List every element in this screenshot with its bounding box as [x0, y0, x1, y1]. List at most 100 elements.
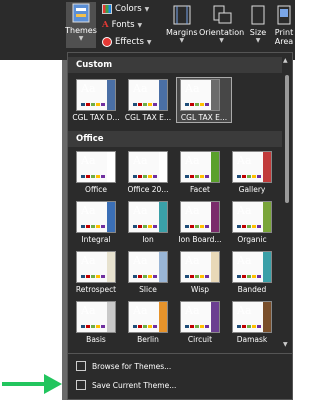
office-theme-5[interactable]: Aa [76, 201, 116, 233]
theme-accent [211, 152, 219, 182]
theme-preview-text: Aa [185, 254, 200, 267]
office-theme-label: Gallery [238, 185, 266, 194]
office-theme-1[interactable]: Aa [76, 151, 116, 183]
office-theme-label: Ion Board... [178, 235, 222, 244]
theme-swatches [81, 175, 105, 178]
office-theme-2[interactable]: Aa [128, 151, 168, 183]
office-theme-10[interactable]: Aa [128, 251, 168, 283]
theme-accent [107, 302, 115, 332]
browse-themes-item[interactable]: Browse for Themes... [76, 361, 171, 371]
scroll-down-icon[interactable]: ▼ [283, 341, 288, 348]
save-icon [76, 380, 86, 390]
theme-swatches [185, 175, 209, 178]
theme-accent [263, 152, 271, 182]
save-current-theme-label: Save Current Theme... [92, 380, 177, 390]
office-theme-label: Banded [237, 285, 267, 294]
print-area-button[interactable]: Print Area [273, 4, 295, 46]
office-theme-11[interactable]: Aa [180, 251, 220, 283]
office-theme-12[interactable]: Aa [232, 251, 272, 283]
office-theme-label: Damask [236, 335, 268, 344]
chevron-down-icon: ▼ [78, 35, 84, 42]
theme-preview-text: Aa [185, 82, 200, 95]
theme-preview-text: Aa [185, 154, 200, 167]
office-theme-6[interactable]: Aa [128, 201, 168, 233]
theme-preview-text: Aa [185, 304, 200, 317]
office-theme-label: Office [85, 185, 107, 194]
chevron-down-icon: ▼ [137, 21, 143, 29]
theme-swatches [133, 103, 157, 106]
chevron-down-icon: ▼ [255, 37, 261, 44]
margins-icon [171, 4, 193, 26]
office-theme-13[interactable]: Aa [76, 301, 116, 333]
theme-swatches [133, 275, 157, 278]
office-theme-label: Ion [142, 235, 154, 244]
orientation-button[interactable]: Orientation ▼ [199, 4, 244, 44]
theme-accent [159, 302, 167, 332]
scroll-up-icon[interactable]: ▲ [283, 57, 288, 64]
theme-accent [159, 252, 167, 282]
theme-preview-text: Aa [133, 82, 148, 95]
theme-preview-text: Aa [237, 254, 252, 267]
office-theme-8[interactable]: Aa [232, 201, 272, 233]
theme-swatches [185, 275, 209, 278]
fonts-icon: A [102, 20, 109, 30]
theme-preview-text: Aa [237, 304, 252, 317]
theme-preview-text: Aa [237, 154, 252, 167]
theme-accent [159, 202, 167, 232]
scrollbar[interactable]: ▲ ▼ [282, 53, 292, 353]
office-theme-9[interactable]: Aa [76, 251, 116, 283]
effects-button[interactable]: Effects ▼ [102, 37, 152, 47]
ribbon: Themes ▼ Colors ▼ A Fonts ▼ Effects ▼ Ma… [0, 0, 295, 60]
office-theme-label: Integral [81, 235, 111, 244]
theme-preview-text: Aa [237, 204, 252, 217]
theme-accent [107, 152, 115, 182]
size-button[interactable]: Size ▼ [247, 4, 269, 44]
theme-swatches [185, 103, 209, 106]
theme-preview-text: Aa [81, 154, 96, 167]
scrollbar-thumb[interactable] [285, 75, 289, 203]
theme-swatches [81, 103, 105, 106]
custom-section-header: Custom [68, 57, 282, 73]
office-theme-label: Circuit [187, 335, 213, 344]
margins-button[interactable]: Margins ▼ [166, 4, 198, 44]
colors-icon [102, 4, 112, 14]
colors-label: Colors [115, 4, 142, 14]
browse-themes-label: Browse for Themes... [92, 361, 172, 371]
print-area-icon [273, 4, 295, 26]
custom-theme-3[interactable]: Aa [180, 79, 220, 111]
theme-accent [159, 152, 167, 182]
theme-preview-text: Aa [81, 82, 96, 95]
folder-icon [76, 361, 86, 371]
area-label: Area [274, 37, 294, 46]
colors-button[interactable]: Colors ▼ [102, 4, 149, 14]
office-theme-label: Basis [86, 335, 106, 344]
office-theme-3[interactable]: Aa [180, 151, 220, 183]
theme-accent [107, 202, 115, 232]
chevron-down-icon: ▼ [146, 38, 152, 46]
theme-swatches [133, 225, 157, 228]
office-section-header: Office [68, 131, 282, 147]
themes-button[interactable]: Themes ▼ [65, 2, 97, 48]
chevron-down-icon: ▼ [144, 5, 150, 13]
fonts-button[interactable]: A Fonts ▼ [102, 20, 142, 30]
theme-accent [211, 252, 219, 282]
office-theme-16[interactable]: Aa [232, 301, 272, 333]
save-current-theme-item[interactable]: Save Current Theme... [76, 380, 176, 390]
theme-preview-text: Aa [81, 204, 96, 217]
office-theme-14[interactable]: Aa [128, 301, 168, 333]
theme-preview-text: Aa [133, 254, 148, 267]
size-icon [247, 4, 269, 26]
office-theme-4[interactable]: Aa [232, 151, 272, 183]
custom-theme-1[interactable]: Aa [76, 79, 116, 111]
theme-swatches [185, 325, 209, 328]
office-theme-7[interactable]: Aa [180, 201, 220, 233]
dropdown-footer: Browse for Themes... Save Current Theme.… [68, 353, 292, 399]
office-theme-label: Slice [139, 285, 157, 294]
theme-accent [211, 80, 219, 110]
custom-theme-2[interactable]: Aa [128, 79, 168, 111]
office-theme-15[interactable]: Aa [180, 301, 220, 333]
theme-preview-text: Aa [133, 304, 148, 317]
custom-theme-label: CGL TAX D... [72, 113, 120, 122]
theme-preview-text: Aa [81, 304, 96, 317]
theme-accent [107, 80, 115, 110]
